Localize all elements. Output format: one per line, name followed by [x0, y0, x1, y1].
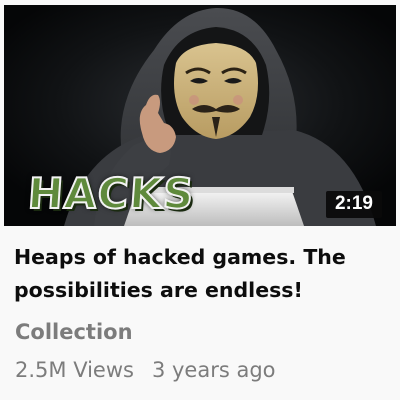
duration-badge: 2:19 [325, 191, 382, 218]
video-title[interactable]: Heaps of hacked games. The possibilities… [14, 241, 386, 307]
thumbnail-hacks-text: HACKS [25, 168, 197, 219]
video-meta: 2.5M Views 3 years ago [15, 358, 276, 382]
view-count: 2.5M Views [15, 358, 134, 382]
video-card: HACKS 2:19 Heaps of hacked games. The po… [0, 0, 400, 400]
upload-age: 3 years ago [151, 358, 276, 382]
channel-name[interactable]: Collection [15, 320, 133, 344]
video-thumbnail[interactable]: HACKS 2:19 [4, 5, 396, 226]
